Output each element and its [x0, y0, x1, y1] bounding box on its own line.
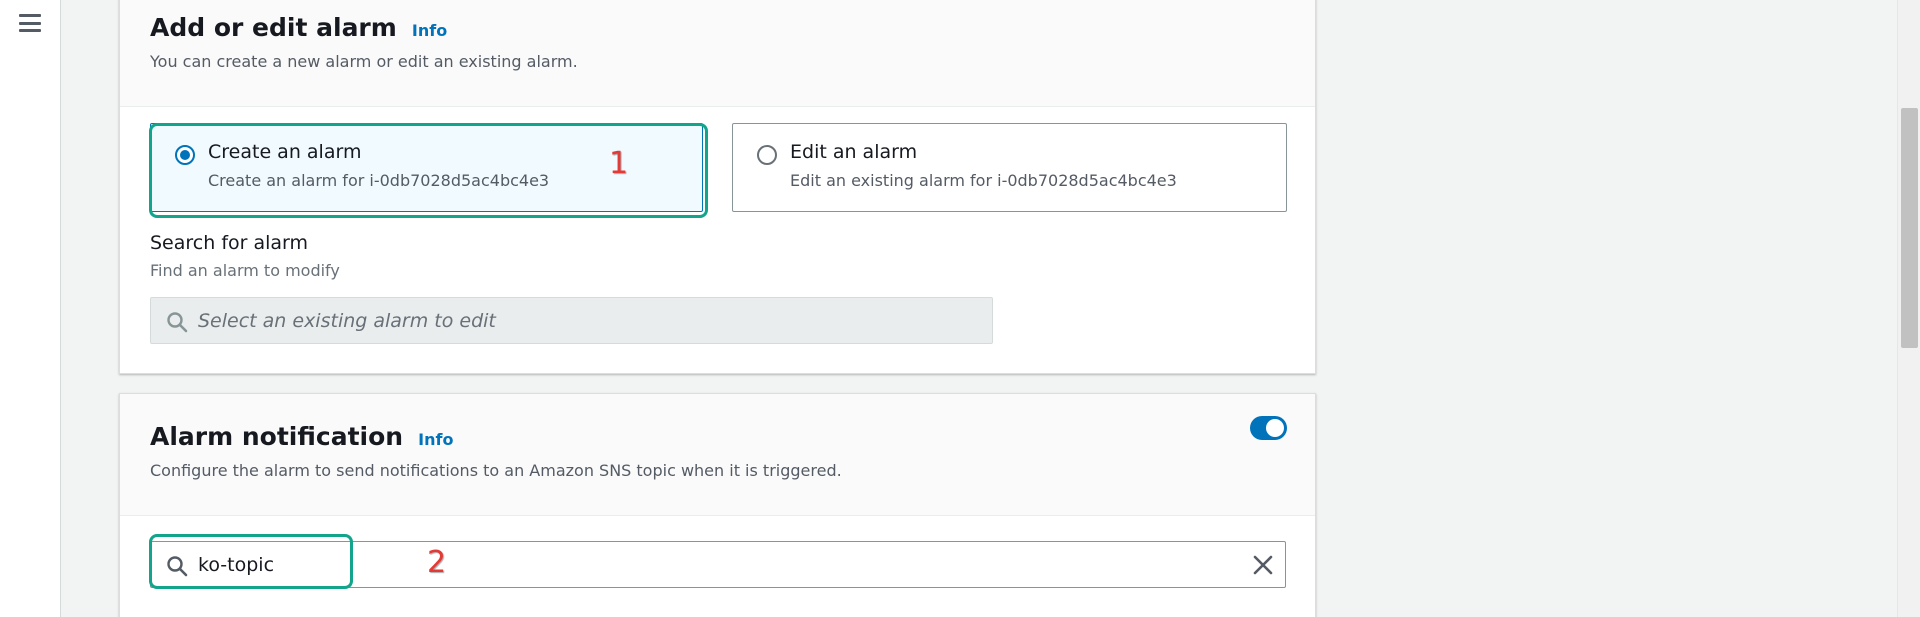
notification-toggle[interactable] [1250, 416, 1287, 440]
edit-alarm-tile[interactable]: Edit an alarm Edit an existing alarm for… [732, 123, 1287, 212]
panel-description: Configure the alarm to send notification… [150, 461, 842, 480]
search-alarm-select[interactable]: Select an existing alarm to edit [150, 297, 993, 344]
side-navigation-rail [0, 0, 61, 617]
tile-description: Create an alarm for i-0db7028d5ac4bc4e3 [208, 171, 550, 190]
edit-alarm-radio[interactable] [757, 145, 777, 165]
toggle-knob [1266, 419, 1284, 437]
search-alarm-label: Search for alarm [150, 232, 309, 254]
alarm-notification-panel: Alarm notification Info Configure the al… [119, 393, 1316, 617]
panel-header: Alarm notification Info Configure the al… [120, 394, 1315, 516]
search-icon [167, 312, 188, 333]
sns-topic-input[interactable]: ko-topic [150, 541, 1286, 588]
search-icon [167, 556, 188, 577]
annotation-number-1: 1 [609, 146, 629, 181]
panel-title: Add or edit alarm [150, 13, 397, 42]
panel-header: Add or edit alarm Info You can create a … [120, 0, 1315, 107]
page-scrollbar[interactable] [1897, 0, 1920, 617]
tile-label: Edit an alarm [790, 141, 918, 163]
tile-label: Create an alarm [208, 141, 362, 163]
info-link[interactable]: Info [412, 21, 447, 40]
search-placeholder: Select an existing alarm to edit [198, 310, 496, 332]
create-alarm-radio[interactable] [175, 145, 195, 165]
annotation-number-2: 2 [427, 545, 447, 580]
info-link[interactable]: Info [418, 430, 453, 449]
topic-input-value: ko-topic [198, 554, 275, 576]
search-alarm-description: Find an alarm to modify [150, 261, 340, 280]
hamburger-menu-icon[interactable] [19, 14, 41, 32]
tile-description: Edit an existing alarm for i-0db7028d5ac… [790, 171, 1177, 190]
panel-description: You can create a new alarm or edit an ex… [150, 52, 578, 71]
add-or-edit-alarm-panel: Add or edit alarm Info You can create a … [119, 0, 1316, 374]
close-icon[interactable] [1251, 553, 1275, 577]
panel-title: Alarm notification [150, 422, 404, 451]
scrollbar-thumb[interactable] [1901, 108, 1918, 348]
